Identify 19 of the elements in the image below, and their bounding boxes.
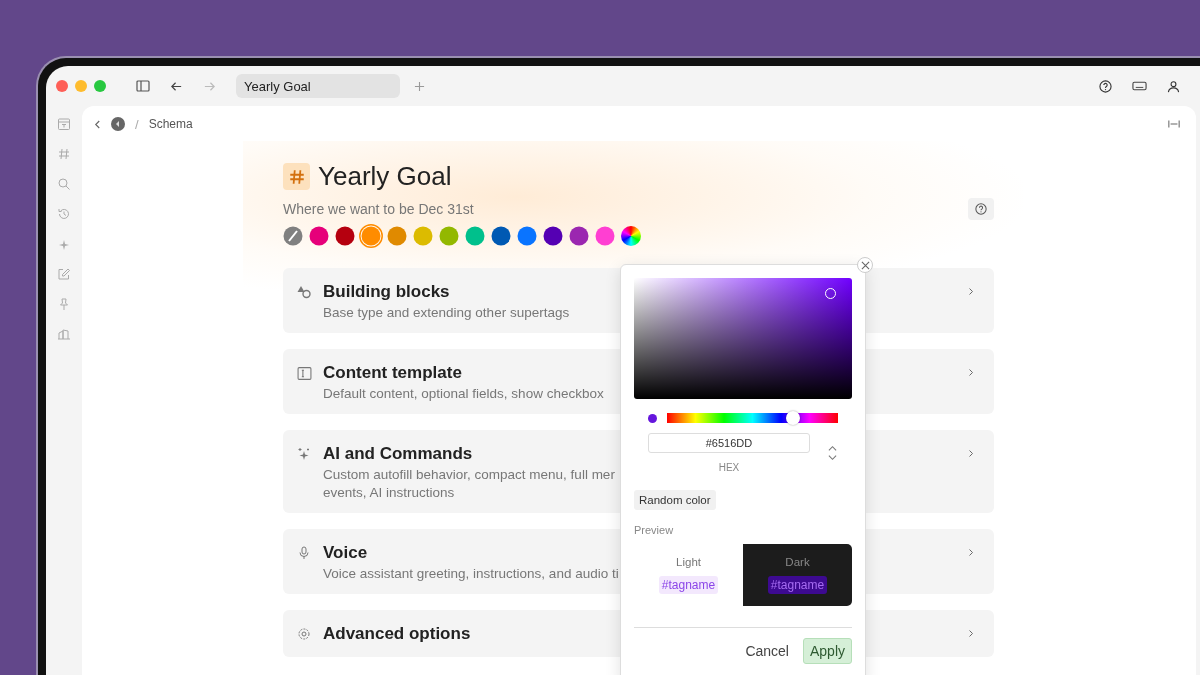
section-title: AI and Commands <box>323 444 473 464</box>
section-description: Default content, optional fields, show checkbox <box>323 386 604 401</box>
section-title: Content template <box>323 363 462 383</box>
section-description: events, AI instructions <box>323 485 455 500</box>
format-label: HEX <box>718 462 740 473</box>
section-description: Voice assistant greeting, instructions, and audio ti <box>323 566 619 581</box>
light-label: Light <box>676 556 701 568</box>
preview-label: Preview <box>634 524 675 536</box>
tag-chip: #tagname <box>658 576 719 594</box>
tag-chip: #tagname <box>767 576 828 594</box>
section-title: Advanced options <box>323 624 471 644</box>
breadcrumb-separator: / <box>135 116 139 132</box>
section-description: Custom autofill behavior, compact menu, full mer <box>323 467 615 482</box>
page-subtitle: Where we want to be Dec 31st <box>283 201 474 217</box>
section-title: Building blocks <box>323 282 450 302</box>
dark-label: Dark <box>785 556 810 568</box>
section-description: Base type and extending other supertags <box>323 305 570 320</box>
section-title: Voice <box>323 543 368 563</box>
page-title: Yearly Goal <box>318 161 452 192</box>
